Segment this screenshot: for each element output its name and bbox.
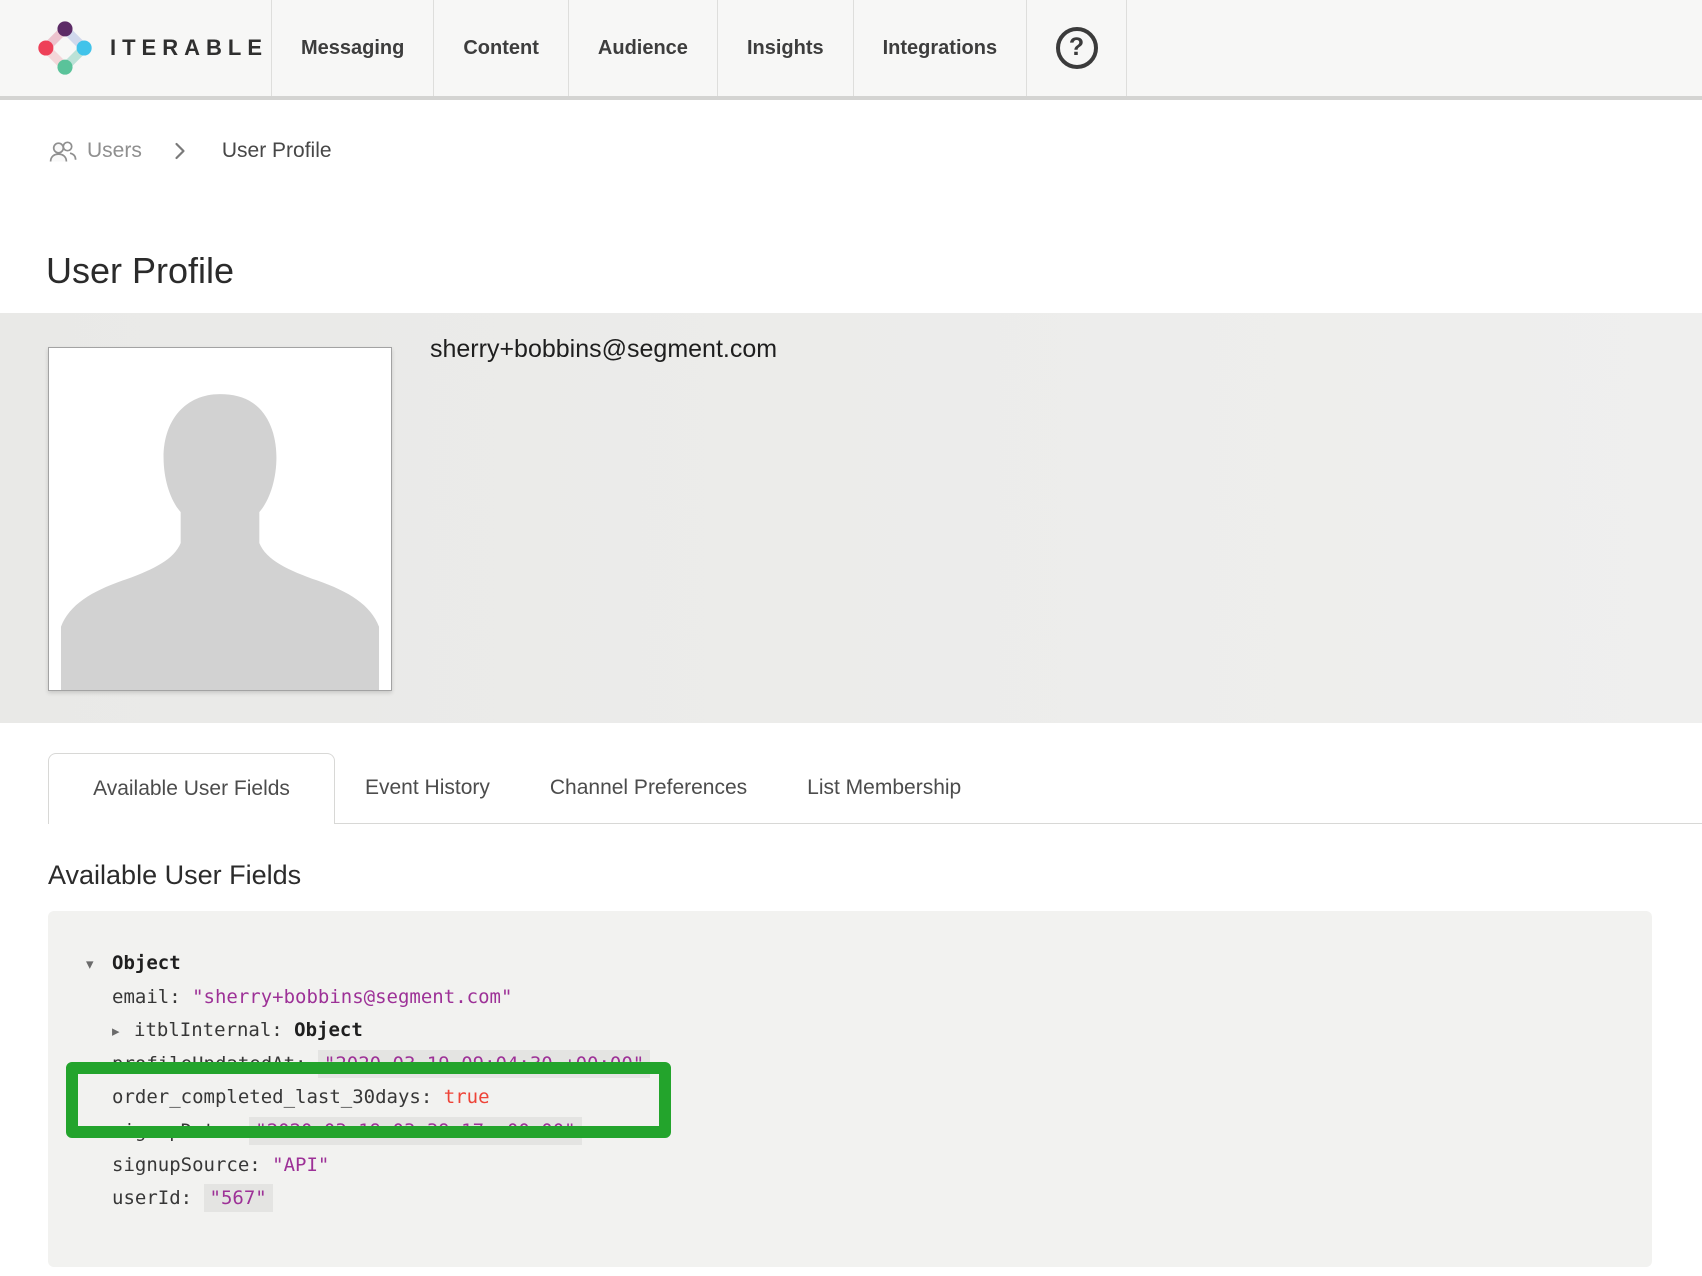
tab-event-history[interactable]: Event History [335, 753, 520, 823]
nav-item-label: Messaging [301, 37, 404, 60]
field-value: "API" [272, 1154, 329, 1176]
field-row-signupdate: signupDate: "2020-03-19 03:39:17 +00:00" [112, 1115, 1632, 1149]
user-email: sherry+bobbins@segment.com [430, 335, 777, 364]
field-row-email: email: "sherry+bobbins@segment.com" [112, 981, 1632, 1015]
json-root-row: ▾Object [86, 947, 1632, 981]
json-root-label: Object [112, 952, 181, 974]
profile-header-section: sherry+bobbins@segment.com [0, 313, 1702, 723]
avatar-placeholder-icon [49, 348, 391, 690]
field-value: "567" [204, 1184, 273, 1212]
nav-item-messaging[interactable]: Messaging [272, 0, 434, 96]
nav-item-audience[interactable]: Audience [569, 0, 718, 96]
tab-channel-preferences[interactable]: Channel Preferences [520, 753, 777, 823]
field-key: itblInternal [134, 1019, 271, 1041]
field-key: order_completed_last_30days [112, 1086, 421, 1108]
nav-item-content[interactable]: Content [434, 0, 569, 96]
field-row-itblinternal: ▸itblInternal: Object [112, 1014, 1632, 1048]
field-value: "sherry+bobbins@segment.com" [192, 986, 512, 1008]
nav-item-label: Content [463, 37, 539, 60]
field-row-order-completed-last-30days: order_completed_last_30days: true [112, 1081, 1632, 1115]
json-rows: email: "sherry+bobbins@segment.com"▸itbl… [86, 981, 1632, 1216]
nav-item-label: Insights [747, 37, 824, 60]
profile-tabs: Available User FieldsEvent HistoryChanne… [48, 753, 1702, 824]
users-icon [48, 139, 78, 164]
nav-item-label: Audience [598, 37, 688, 60]
iterable-logo[interactable]: ITERABLE [0, 0, 272, 96]
field-key: userId [112, 1187, 181, 1209]
avatar [48, 347, 392, 691]
field-key: signupDate [112, 1120, 226, 1142]
breadcrumb: Users User Profile [48, 136, 332, 166]
nav-item-insights[interactable]: Insights [718, 0, 854, 96]
page-title: User Profile [46, 250, 234, 292]
tab-available-user-fields[interactable]: Available User Fields [48, 753, 335, 823]
breadcrumb-users-link[interactable]: Users [48, 139, 142, 164]
nav-item-integrations[interactable]: Integrations [854, 0, 1027, 96]
tab-list-membership[interactable]: List Membership [777, 753, 991, 823]
brand-name: ITERABLE [110, 35, 268, 61]
help-question-icon: ? [1056, 27, 1098, 69]
field-value: "2020-03-19 09:04:30 +00:00" [318, 1050, 650, 1078]
user-fields-json-viewer: ▾Object email: "sherry+bobbins@segment.c… [48, 911, 1652, 1267]
nav-item-label: Integrations [883, 37, 997, 60]
section-heading: Available User Fields [48, 860, 301, 891]
field-value: "2020-03-19 03:39:17 +00:00" [249, 1117, 581, 1145]
breadcrumb-chevron-icon [174, 142, 186, 160]
field-row-profileupdatedat: profileUpdatedAt: "2020-03-19 09:04:30 +… [112, 1048, 1632, 1082]
iterable-logo-icon [36, 19, 94, 77]
field-value: true [444, 1086, 490, 1108]
breadcrumb-current-page: User Profile [222, 139, 332, 163]
field-key: signupSource [112, 1154, 249, 1176]
collapsed-arrow-icon[interactable]: ▸ [112, 1015, 134, 1049]
field-key: profileUpdatedAt [112, 1053, 295, 1075]
nav-items: Messaging Content Audience Insights Integrat… [272, 0, 1027, 96]
expanded-arrow-icon[interactable]: ▾ [86, 948, 112, 982]
help-button[interactable]: ? [1027, 0, 1127, 96]
field-value: Object [294, 1019, 363, 1041]
field-row-userid: userId: "567" [112, 1182, 1632, 1216]
top-navigation-bar: ITERABLE Messaging Content Audience Insight… [0, 0, 1702, 100]
field-row-signupsource: signupSource: "API" [112, 1149, 1632, 1183]
field-key: email [112, 986, 169, 1008]
breadcrumb-users-label: Users [87, 139, 142, 163]
